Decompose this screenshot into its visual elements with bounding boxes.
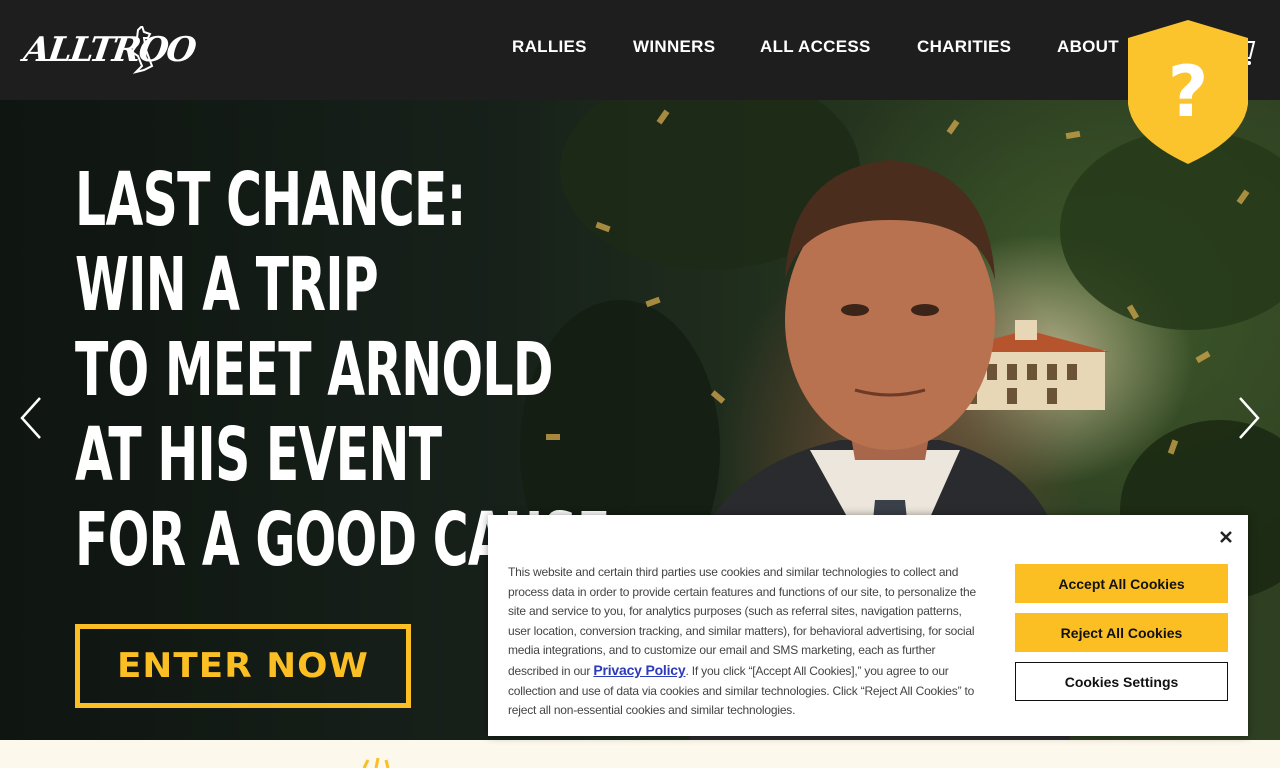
nav-about[interactable]: ABOUT bbox=[1057, 37, 1119, 57]
cookie-text-part-1: This website and certain third parties u… bbox=[508, 565, 976, 678]
nav-charities[interactable]: CHARITIES bbox=[917, 37, 1011, 57]
enter-now-label: ENTER NOW bbox=[117, 646, 369, 686]
alltroo-logo[interactable]: ALLTROO bbox=[21, 24, 197, 78]
chevron-left-icon[interactable] bbox=[16, 396, 46, 440]
cookies-settings-button[interactable]: Cookies Settings bbox=[1015, 662, 1228, 701]
headline-line: AT HIS EVENT bbox=[75, 412, 442, 498]
nav-all-access[interactable]: ALL ACCESS bbox=[760, 37, 871, 57]
next-section bbox=[0, 740, 1280, 768]
kangaroo-icon bbox=[130, 26, 154, 74]
confetti bbox=[1065, 130, 1081, 140]
nav-winners[interactable]: WINNERS bbox=[633, 37, 715, 57]
enter-now-button[interactable]: ENTER NOW bbox=[75, 624, 411, 708]
confetti bbox=[946, 119, 960, 135]
headline-line: TO MEET ARNOLD bbox=[75, 327, 553, 413]
headline-line: WIN A TRIP bbox=[75, 242, 379, 328]
site-header: ALLTROO RALLIES WINNERS ALL ACCESS CHARI… bbox=[0, 0, 1280, 100]
cookie-policy-text: This website and certain third parties u… bbox=[508, 563, 978, 721]
confetti bbox=[1195, 350, 1211, 364]
nav-rallies[interactable]: RALLIES bbox=[512, 37, 587, 57]
question-shield-icon[interactable]: ? bbox=[1126, 18, 1250, 166]
sparkle-icon bbox=[362, 758, 390, 768]
accept-all-cookies-button[interactable]: Accept All Cookies bbox=[1015, 564, 1228, 603]
svg-text:?: ? bbox=[1168, 51, 1209, 133]
reject-all-cookies-button[interactable]: Reject All Cookies bbox=[1015, 613, 1228, 652]
cookie-banner: This website and certain third parties u… bbox=[488, 515, 1248, 736]
chevron-right-icon[interactable] bbox=[1234, 396, 1264, 440]
headline-line: FOR A GOOD CAUSE bbox=[75, 497, 610, 583]
headline-line: LAST CHANCE: bbox=[75, 157, 466, 243]
close-icon[interactable] bbox=[1218, 529, 1234, 545]
privacy-policy-link[interactable]: Privacy Policy bbox=[593, 662, 685, 678]
logo-wordmark: ALLTROO bbox=[21, 30, 198, 70]
